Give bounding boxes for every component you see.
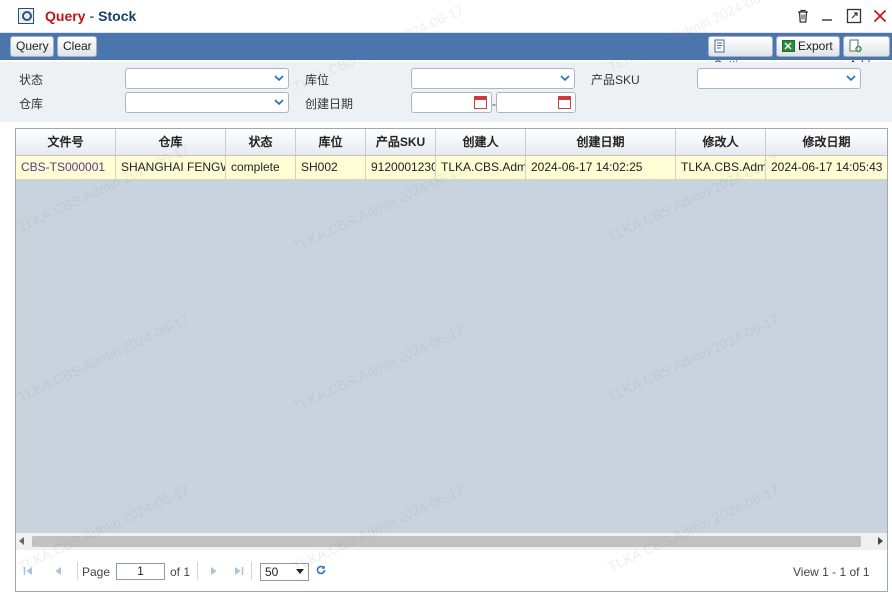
sku-label: 产品SKU xyxy=(591,73,640,87)
location-select[interactable] xyxy=(411,68,575,89)
search-window-icon xyxy=(18,8,34,24)
scrollbar-thumb[interactable] xyxy=(32,536,861,547)
pager-separator xyxy=(197,562,198,580)
previous-page-icon[interactable] xyxy=(53,566,63,576)
cell-creator: TLKA.CBS.Admin xyxy=(436,156,526,179)
minimize-icon[interactable] xyxy=(819,8,835,24)
column-header-document-no[interactable]: 文件号 xyxy=(16,129,116,155)
horizontal-scrollbar[interactable] xyxy=(16,533,887,550)
status-select[interactable] xyxy=(125,68,289,89)
status-label: 状态 xyxy=(19,73,44,87)
column-header-location[interactable]: 库位 xyxy=(296,129,366,155)
pager-separator xyxy=(77,562,78,580)
column-header-creator[interactable]: 创建人 xyxy=(436,129,526,155)
warehouse-label: 仓库 xyxy=(19,97,44,111)
add-button[interactable]: Add xyxy=(843,36,890,72)
trash-icon[interactable] xyxy=(795,8,811,24)
pager: Page 1 of 1 50 View 1 - 1 of 1 xyxy=(16,550,887,591)
column-header-status[interactable]: 状态 xyxy=(226,129,296,155)
table-row[interactable]: CBS-TS000001 SHANGHAI FENGWEI complete S… xyxy=(16,156,887,180)
location-label: 库位 xyxy=(305,73,330,87)
page-size-select[interactable]: 50 xyxy=(260,563,309,581)
window-title-query: Query xyxy=(45,8,86,24)
sku-select[interactable] xyxy=(697,68,861,89)
calendar-icon[interactable] xyxy=(474,96,487,109)
page-size-value: 50 xyxy=(265,565,279,579)
created-date-label: 创建日期 xyxy=(305,97,354,111)
column-header-modified-date[interactable]: 修改日期 xyxy=(766,129,887,155)
window-title-separator: - xyxy=(89,8,95,24)
cell-modifier: TLKA.CBS.Admin xyxy=(676,156,766,179)
column-header-modifier[interactable]: 修改人 xyxy=(676,129,766,155)
calendar-icon[interactable] xyxy=(558,96,571,109)
column-header-created-date[interactable]: 创建日期 xyxy=(526,129,676,155)
view-range-text: View 1 - 1 of 1 xyxy=(793,565,870,579)
chevron-down-icon xyxy=(296,569,304,574)
results-grid: 文件号 仓库 状态 库位 产品SKU 创建人 创建日期 修改人 修改日期 CBS… xyxy=(15,128,888,592)
document-settings-icon xyxy=(714,39,725,53)
cell-modified-date: 2024-06-17 14:05:43 xyxy=(771,160,883,174)
page-number-input[interactable]: 1 xyxy=(116,563,165,580)
maximize-icon[interactable] xyxy=(846,8,862,24)
cell-created-date: 2024-06-17 14:02:25 xyxy=(526,156,676,179)
window-title-stock: Stock xyxy=(98,8,137,24)
created-date-to-input[interactable] xyxy=(496,92,576,113)
clear-button[interactable]: Clear xyxy=(57,36,97,57)
scroll-right-arrow-icon[interactable] xyxy=(878,537,883,545)
pager-separator xyxy=(251,562,252,580)
grid-header: 文件号 仓库 状态 库位 产品SKU 创建人 创建日期 修改人 修改日期 xyxy=(16,129,887,156)
cell-document-no[interactable]: CBS-TS000001 xyxy=(16,156,116,179)
export-button-label: Export xyxy=(798,39,833,53)
created-date-from-input[interactable] xyxy=(411,92,492,113)
cell-sku: 91200012300 xyxy=(366,156,436,179)
chevron-down-icon xyxy=(274,99,284,106)
warehouse-select[interactable] xyxy=(125,92,289,113)
chevron-down-icon xyxy=(560,75,570,82)
excel-icon xyxy=(782,40,795,52)
scroll-left-arrow-icon[interactable] xyxy=(19,537,24,545)
export-button[interactable]: Export xyxy=(776,36,840,57)
cell-warehouse: SHANGHAI FENGWEI xyxy=(116,156,226,179)
close-icon[interactable] xyxy=(872,8,888,24)
page-label: Page xyxy=(82,565,111,579)
column-header-sku[interactable]: 产品SKU xyxy=(366,129,436,155)
chevron-down-icon xyxy=(846,75,856,82)
next-page-icon[interactable] xyxy=(209,566,219,576)
cell-location: SH002 xyxy=(296,156,366,179)
cell-status: complete xyxy=(226,156,296,179)
refresh-icon[interactable] xyxy=(315,564,327,576)
first-page-icon[interactable] xyxy=(23,566,33,576)
toolbar: Query Clear Setting Export Add xyxy=(0,33,892,72)
column-header-warehouse[interactable]: 仓库 xyxy=(116,129,226,155)
chevron-down-icon xyxy=(274,75,284,82)
window-titlebar: Query - Stock xyxy=(0,0,892,33)
last-page-icon[interactable] xyxy=(234,566,244,576)
query-button[interactable]: Query xyxy=(10,36,54,57)
page-count-label: of 1 xyxy=(170,565,191,579)
setting-button[interactable]: Setting xyxy=(708,36,773,72)
window-title: Query - Stock xyxy=(45,8,136,24)
add-document-icon xyxy=(849,39,862,53)
